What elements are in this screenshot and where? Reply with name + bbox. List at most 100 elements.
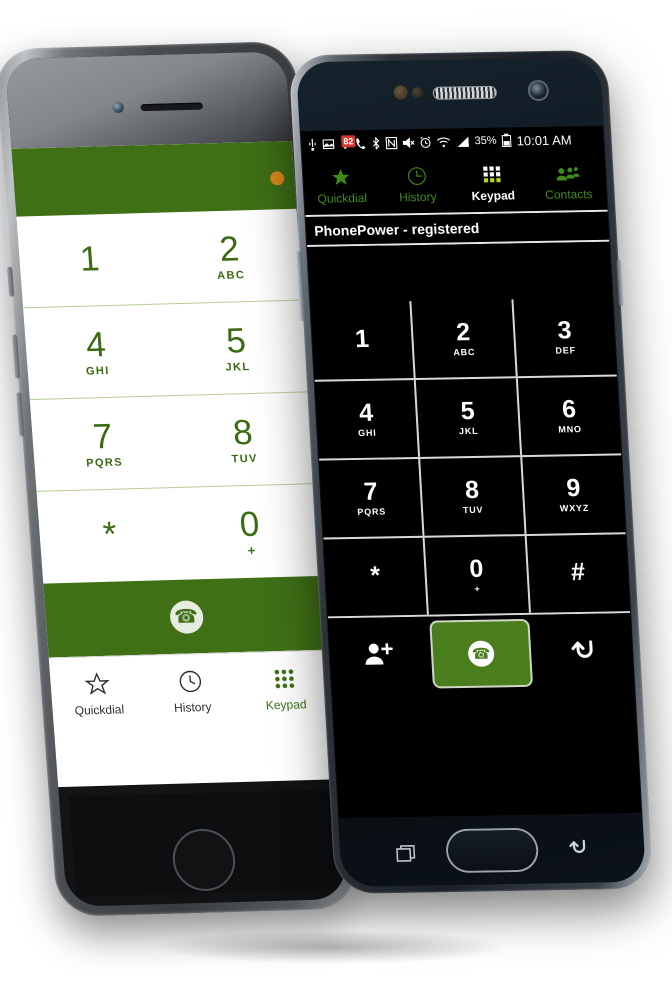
key-star[interactable]: * (37, 488, 184, 584)
wifi-icon (436, 135, 451, 148)
key-digit: * (101, 514, 119, 554)
key-digit: 8 (464, 475, 480, 505)
grid-icon (481, 163, 503, 185)
clock-icon (406, 164, 428, 186)
key-digit: 4 (84, 324, 108, 365)
phone-icon: ☎ (168, 599, 204, 634)
alarm-icon (419, 135, 432, 148)
key-plus: + (247, 542, 256, 558)
key-digit: 6 (561, 395, 577, 424)
android-tabbar: Quickdial History Keypad Contacts (302, 151, 608, 218)
key-0[interactable]: 0 + (424, 535, 531, 615)
tab-history[interactable]: History (378, 154, 457, 213)
mute-icon (402, 136, 415, 149)
home-button-icon[interactable] (447, 829, 538, 872)
tab-keypad[interactable]: Keypad (453, 153, 532, 212)
light-sensor-icon (411, 87, 424, 99)
android-bottom-bezel (347, 820, 638, 879)
screenshot-stage: 1 2 ABC 4 GHI 5 JKL 7 PQRS 8 TUV * 0 + ☎… (0, 0, 672, 1008)
screenshot-icon (322, 138, 335, 149)
key-3[interactable]: 3 DEF (513, 298, 617, 377)
android-device: 82 35% 10:01 AM Quickdial History Keypad… (288, 49, 654, 895)
battery-percent: 35% (474, 134, 497, 148)
key-5[interactable]: 5 JKL (416, 378, 522, 457)
key-letters: TUV (231, 452, 259, 465)
home-button-icon[interactable] (170, 828, 238, 892)
key-7[interactable]: 7 PQRS (319, 458, 425, 538)
key-8[interactable]: 8 TUV (170, 392, 317, 487)
recents-icon[interactable] (394, 842, 420, 871)
usb-icon (307, 137, 318, 151)
key-digit: 2 (218, 228, 241, 269)
key-7[interactable]: 7 PQRS (30, 396, 177, 491)
call-icon (355, 137, 367, 150)
iphone-tabbar: Quickdial History Keypad (48, 649, 335, 732)
key-4[interactable]: 4 GHI (314, 380, 421, 459)
dial-input[interactable] (307, 241, 613, 303)
keypad-row: 7 PQRS 8 TUV (29, 392, 317, 492)
key-digit: 7 (362, 477, 379, 506)
key-star[interactable]: * (323, 537, 430, 617)
tab-label: History (173, 699, 212, 715)
key-digit: 1 (354, 324, 370, 354)
key-5[interactable]: 5 JKL (163, 301, 310, 396)
bluetooth-icon (371, 136, 381, 150)
front-camera-icon (529, 81, 548, 100)
key-letters: ABC (216, 268, 246, 282)
tab-history[interactable]: History (142, 653, 241, 728)
key-0[interactable]: 0 + (177, 484, 324, 580)
key-letters: MNO (558, 424, 583, 435)
key-6[interactable]: 6 MNO (517, 377, 621, 456)
key-letters: JKL (458, 425, 479, 437)
nfc-icon (385, 136, 398, 149)
keypad-row: * 0 + # (323, 534, 631, 619)
key-2[interactable]: 2 ABC (156, 209, 303, 304)
proximity-sensor-icon (393, 85, 409, 100)
key-4[interactable]: 4 GHI (23, 304, 170, 399)
android-action-row: ☎ (327, 613, 635, 695)
key-letters: PQRS (357, 506, 387, 517)
key-digit: # (570, 557, 586, 587)
download-icon: 82 (339, 134, 356, 150)
key-letters: GHI (357, 427, 377, 438)
key-digit: 5 (459, 396, 476, 426)
undo-arrow-icon (568, 636, 600, 667)
key-1[interactable]: 1 (16, 213, 163, 308)
iphone-call-button[interactable]: ☎ (43, 575, 329, 658)
keypad-row: 7 PQRS 8 TUV 9 WXYZ (319, 455, 626, 540)
person-add-icon (363, 640, 395, 671)
keypad-row: 4 GHI 5 JKL (23, 300, 311, 401)
key-1[interactable]: 1 (310, 301, 416, 380)
key-digit: 7 (91, 416, 114, 456)
iphone-screen: 1 2 ABC 4 GHI 5 JKL 7 PQRS 8 TUV * 0 + ☎… (11, 140, 339, 788)
back-arrow-icon[interactable] (563, 835, 591, 864)
tab-keypad[interactable]: Keypad (236, 651, 335, 726)
key-8[interactable]: 8 TUV (420, 457, 527, 536)
clock-icon (177, 668, 204, 696)
key-letters: TUV (462, 504, 484, 516)
keypad-row: 1 2 ABC 3 DEF (310, 297, 617, 382)
add-contact-button[interactable] (329, 639, 427, 672)
tab-quickdial[interactable]: Quickdial (49, 656, 148, 731)
android-keypad: 1 2 ABC 3 DEF 4 GHI 5 JKL 6 MNO 7 PQRS 8… (310, 297, 631, 619)
key-digit: 5 (224, 320, 248, 361)
earpiece-speaker-icon (433, 86, 497, 99)
front-camera-icon (112, 101, 125, 113)
backspace-button[interactable] (535, 636, 633, 669)
tab-quickdial[interactable]: Quickdial (302, 156, 381, 215)
ground-shadow (150, 930, 510, 964)
key-hash[interactable]: # (526, 534, 630, 613)
battery-icon (501, 133, 512, 148)
key-digit: 4 (358, 398, 374, 427)
tab-label: History (398, 189, 437, 204)
key-letters: ABC (453, 347, 476, 358)
key-plus: + (474, 583, 481, 594)
iphone-app-header (11, 140, 297, 217)
call-button[interactable]: ☎ (428, 618, 534, 689)
key-digit: 0 (468, 554, 485, 583)
key-2[interactable]: 2 ABC (411, 299, 518, 379)
people-icon (555, 162, 580, 184)
tab-contacts[interactable]: Contacts (529, 152, 608, 211)
key-9[interactable]: 9 WXYZ (522, 455, 626, 534)
keypad-row: 4 GHI 5 JKL 6 MNO (314, 376, 622, 461)
